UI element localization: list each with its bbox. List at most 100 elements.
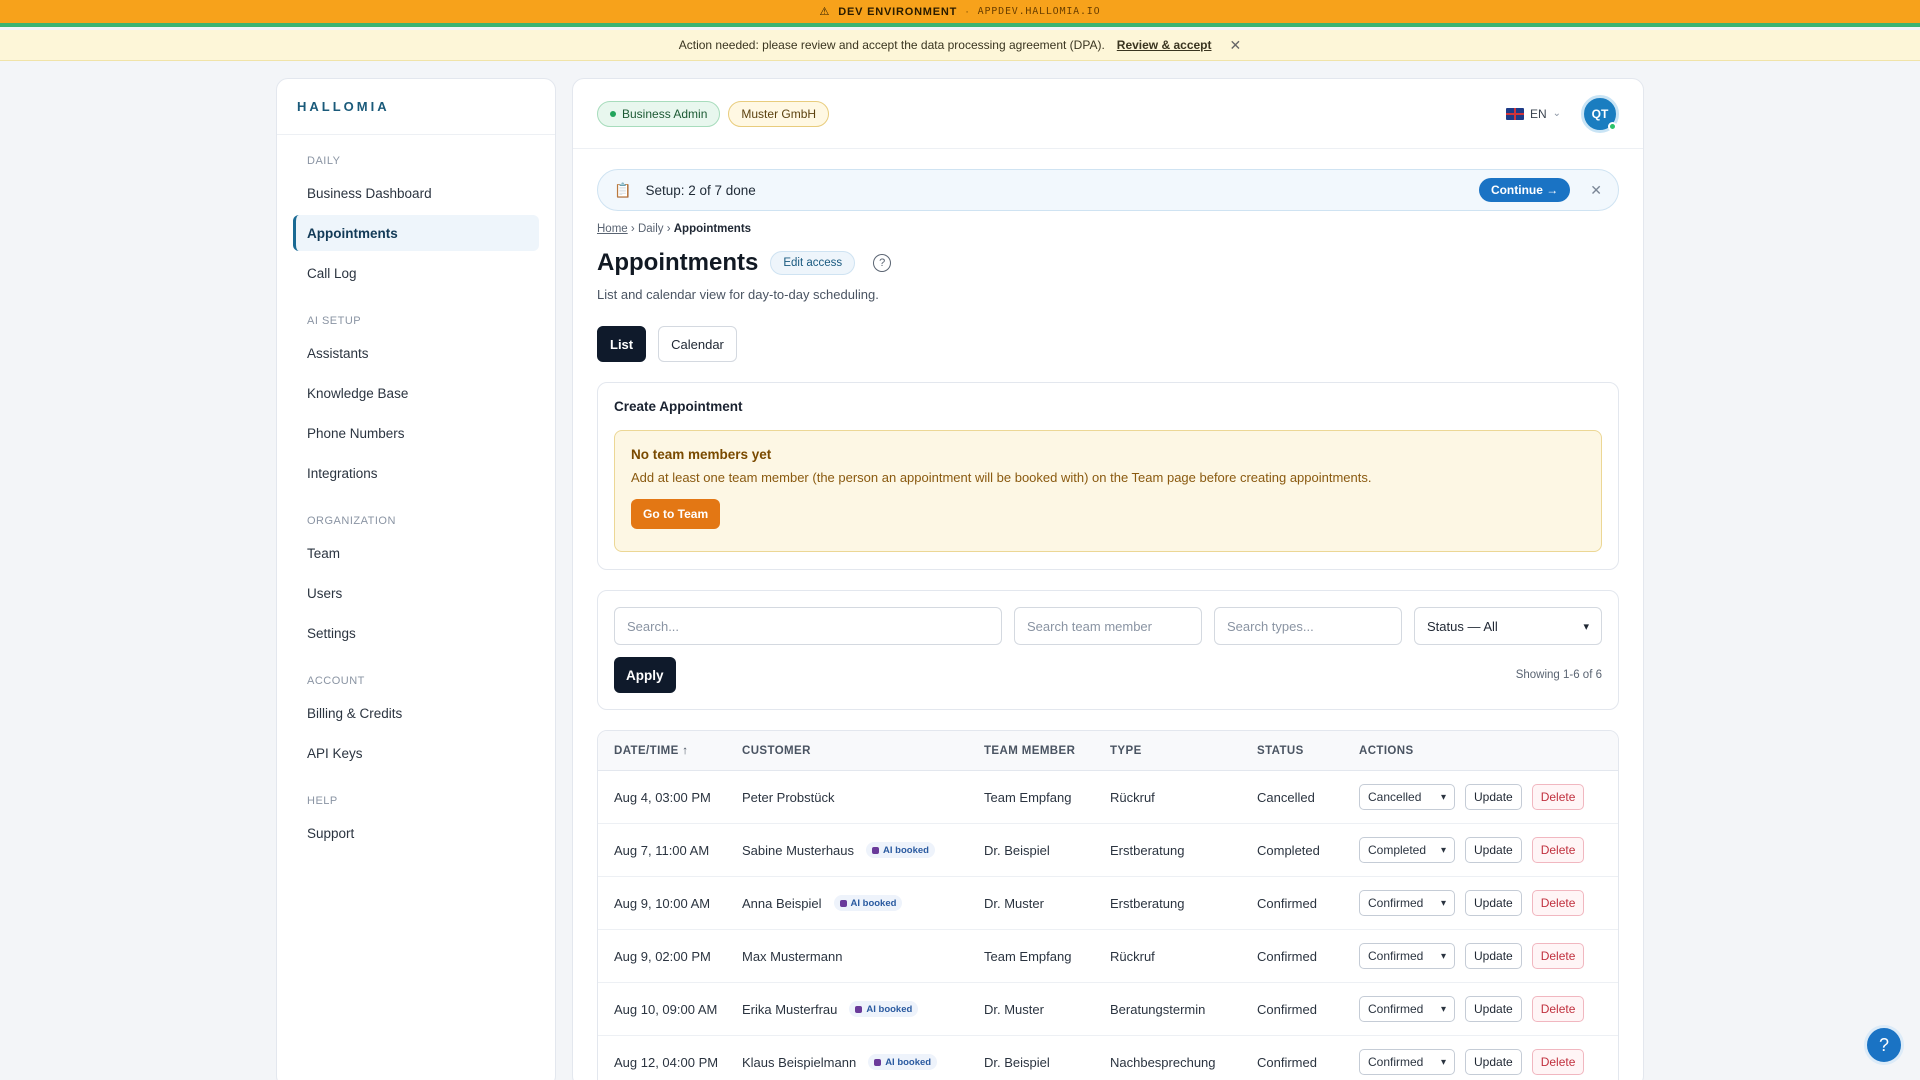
cell-team-member: Dr. Beispiel bbox=[984, 842, 1050, 858]
cell-type: Erstberatung bbox=[1110, 842, 1185, 858]
update-button[interactable]: Update bbox=[1465, 943, 1522, 969]
brand-logo[interactable]: HALLOMIA bbox=[277, 79, 555, 135]
sidebar-item-appointments[interactable]: Appointments bbox=[293, 215, 539, 251]
update-button[interactable]: Update bbox=[1465, 784, 1522, 810]
review-accept-link[interactable]: Review & accept bbox=[1117, 38, 1212, 52]
table-row: Aug 9, 02:00 PM Max Mustermann Team Empfan… bbox=[598, 930, 1618, 983]
search-input[interactable] bbox=[614, 607, 1002, 645]
online-status-icon bbox=[1608, 121, 1617, 131]
delete-button[interactable]: Delete bbox=[1531, 784, 1585, 810]
robot-icon bbox=[855, 1005, 863, 1013]
breadcrumb-separator: › bbox=[630, 223, 635, 235]
status-dropdown[interactable]: Confirmed ▾ bbox=[1359, 1049, 1455, 1075]
go-to-team-button[interactable]: Go to Team bbox=[631, 499, 721, 529]
cell-date: Aug 12, 04:00 PM bbox=[614, 1054, 719, 1070]
breadcrumb-current: Appointments bbox=[673, 223, 752, 235]
status-dot-icon bbox=[610, 110, 616, 117]
warning-text: Add at least one team member (the person… bbox=[631, 470, 1372, 485]
cell-date: Aug 9, 02:00 PM bbox=[614, 948, 711, 964]
cell-customer: Anna Beispiel AI booked bbox=[742, 895, 984, 911]
status-dropdown[interactable]: Confirmed ▾ bbox=[1359, 943, 1455, 969]
close-icon[interactable]: ✕ bbox=[1590, 182, 1602, 199]
sidebar-item-team[interactable]: Team bbox=[293, 535, 539, 571]
help-icon[interactable]: ? bbox=[873, 254, 892, 272]
edit-access-button[interactable]: Edit access bbox=[770, 251, 856, 275]
tab-calendar[interactable]: Calendar bbox=[658, 326, 737, 362]
language-switcher[interactable]: EN ⌄ bbox=[1505, 107, 1561, 121]
chevron-down-icon: ▾ bbox=[1440, 1003, 1446, 1015]
notice-text: Action needed: please review and accept … bbox=[678, 38, 1105, 52]
table-row: Aug 9, 10:00 AM Anna Beispiel AI booked Dr.… bbox=[598, 877, 1618, 930]
table-row: Aug 4, 03:00 PM Peter Probstück Team Empfa… bbox=[598, 771, 1618, 824]
sidebar-item-knowledge-base[interactable]: Knowledge Base bbox=[293, 375, 539, 411]
sidebar-item-support[interactable]: Support bbox=[293, 815, 539, 851]
sidebar-item-api-keys[interactable]: API Keys bbox=[293, 735, 539, 771]
filter-card: Status — All ▾ Apply Showing 1-6 of 6 bbox=[597, 590, 1619, 710]
delete-button[interactable]: Delete bbox=[1531, 943, 1585, 969]
status-select[interactable]: Status — All ▾ bbox=[1414, 607, 1602, 645]
page-subtitle: List and calendar view for day-to-day sc… bbox=[597, 287, 879, 302]
delete-button[interactable]: Delete bbox=[1531, 890, 1585, 916]
sidebar-item-users[interactable]: Users bbox=[293, 575, 539, 611]
sidebar-item-settings[interactable]: Settings bbox=[293, 615, 539, 651]
cell-actions: Completed ▾ Update Delete bbox=[1359, 837, 1585, 863]
column-header-date[interactable]: DATE/TIME ↑ bbox=[598, 745, 742, 757]
chevron-down-icon: ▾ bbox=[1440, 897, 1446, 909]
ai-booked-badge: AI booked bbox=[866, 842, 935, 858]
sidebar-item-integrations[interactable]: Integrations bbox=[293, 455, 539, 491]
table-header-row: DATE/TIME ↑ CUSTOMER TEAM MEMBER TYPE ST… bbox=[598, 731, 1618, 771]
table-row: Aug 12, 04:00 PM Klaus Beispielmann AI boo… bbox=[598, 1036, 1618, 1080]
cell-actions: Confirmed ▾ Update Delete bbox=[1359, 996, 1585, 1022]
continue-setup-button[interactable]: Continue → bbox=[1478, 178, 1571, 202]
type-search-input[interactable] bbox=[1214, 607, 1402, 645]
status-dropdown[interactable]: Confirmed ▾ bbox=[1359, 890, 1455, 916]
setup-progress-bar: 📋 Setup: 2 of 7 done Continue → ✕ bbox=[597, 169, 1619, 211]
org-badge[interactable]: Muster GmbH bbox=[728, 100, 830, 127]
chevron-down-icon: ▾ bbox=[1440, 950, 1446, 962]
update-button[interactable]: Update bbox=[1465, 1049, 1522, 1075]
delete-button[interactable]: Delete bbox=[1531, 996, 1585, 1022]
close-icon[interactable]: ✕ bbox=[1230, 37, 1242, 54]
status-dropdown[interactable]: Completed ▾ bbox=[1359, 837, 1455, 863]
sidebar-item-business-dashboard[interactable]: Business Dashboard bbox=[293, 175, 539, 211]
sidebar-item-billing-credits[interactable]: Billing & Credits bbox=[293, 695, 539, 731]
delete-button[interactable]: Delete bbox=[1531, 837, 1585, 863]
robot-icon bbox=[874, 1058, 882, 1066]
avatar-initials: QT bbox=[1591, 106, 1609, 121]
table-row: Aug 10, 09:00 AM Erika Musterfrau AI booke… bbox=[598, 983, 1618, 1036]
update-button[interactable]: Update bbox=[1465, 837, 1522, 863]
sidebar: HALLOMIA DAILY Business Dashboard Appoin… bbox=[276, 78, 556, 1080]
cell-type: Rückruf bbox=[1110, 789, 1155, 805]
status-dropdown[interactable]: Confirmed ▾ bbox=[1359, 996, 1455, 1022]
dev-banner-separator: · bbox=[965, 5, 970, 18]
no-team-warning: No team members yet Add at least one tea… bbox=[614, 430, 1602, 552]
page-content: 📋 Setup: 2 of 7 done Continue → ✕ Home ›… bbox=[573, 169, 1643, 1080]
breadcrumb-home[interactable]: Home bbox=[597, 223, 628, 235]
status-dropdown[interactable]: Cancelled ▾ bbox=[1359, 784, 1455, 810]
update-button[interactable]: Update bbox=[1465, 890, 1522, 916]
cell-team-member: Team Empfang bbox=[984, 789, 1072, 805]
cell-actions: Confirmed ▾ Update Delete bbox=[1359, 1049, 1585, 1075]
create-appointment-card: Create Appointment No team members yet A… bbox=[597, 382, 1619, 570]
cell-status: Cancelled bbox=[1257, 789, 1315, 805]
ai-booked-badge: AI booked bbox=[868, 1054, 938, 1070]
avatar[interactable]: QT bbox=[1581, 94, 1619, 133]
sidebar-item-assistants[interactable]: Assistants bbox=[293, 335, 539, 371]
column-header-actions: ACTIONS bbox=[1359, 744, 1414, 757]
nav-heading-daily: DAILY bbox=[307, 155, 341, 167]
cell-status: Completed bbox=[1257, 842, 1320, 858]
breadcrumb-separator: › bbox=[666, 223, 671, 235]
table-row: Aug 7, 11:00 AM Sabine Musterhaus AI booke… bbox=[598, 824, 1618, 877]
cell-actions: Confirmed ▾ Update Delete bbox=[1359, 890, 1585, 916]
sidebar-item-call-log[interactable]: Call Log bbox=[293, 255, 539, 291]
delete-button[interactable]: Delete bbox=[1531, 1049, 1585, 1075]
help-fab-button[interactable]: ? bbox=[1864, 1025, 1904, 1065]
apply-button[interactable]: Apply bbox=[614, 657, 676, 693]
tab-list[interactable]: List bbox=[597, 326, 647, 362]
update-button[interactable]: Update bbox=[1465, 996, 1522, 1022]
cell-date: Aug 7, 11:00 AM bbox=[614, 842, 710, 858]
breadcrumb: Home › Daily › Appointments bbox=[597, 223, 1619, 235]
team-member-search-input[interactable] bbox=[1014, 607, 1202, 645]
sidebar-item-phone-numbers[interactable]: Phone Numbers bbox=[293, 415, 539, 451]
ai-booked-badge: AI booked bbox=[833, 895, 903, 911]
